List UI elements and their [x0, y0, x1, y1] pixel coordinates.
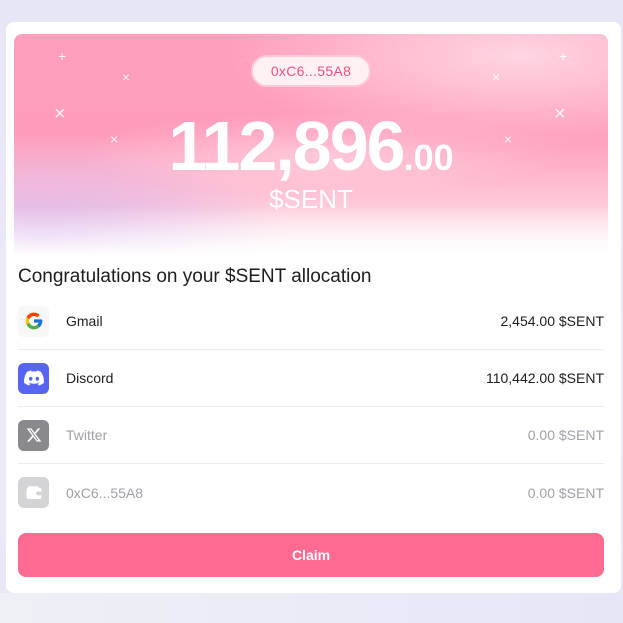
sparkle-icon: × [122, 69, 131, 85]
wallet-address-pill[interactable]: 0xC6...55A8 [251, 55, 371, 87]
source-value: 2,454.00 $SENT [500, 313, 604, 329]
amount-integer: 112,896 [168, 107, 405, 185]
source-value: 0.00 $SENT [527, 427, 604, 443]
google-icon [18, 305, 49, 337]
x-icon [18, 419, 49, 451]
allocation-amount: 112,896.00 [14, 106, 608, 186]
amount-decimal: .00 [403, 137, 454, 178]
source-label: Twitter [66, 427, 108, 443]
page-background [0, 593, 623, 623]
source-label: Discord [66, 370, 114, 386]
source-row-discord: Discord 110,442.00 $SENT [18, 350, 604, 407]
hero-banner: + × × × + × × × 0xC6...55A8 112,896.00 $… [14, 34, 608, 256]
source-row-twitter: Twitter 0.00 $SENT [18, 407, 604, 464]
sparkle-icon: + [58, 48, 67, 64]
source-value: 110,442.00 $SENT [485, 370, 604, 386]
source-value: 0.00 $SENT [527, 484, 604, 501]
wallet-icon [18, 477, 49, 508]
source-row-wallet: 0xC6...55A8 0.00 $SENT [18, 464, 604, 521]
claim-button[interactable]: Claim [18, 533, 604, 577]
source-row-gmail: Gmail 2,454.00 $SENT [18, 293, 604, 350]
allocation-heading: Congratulations on your $SENT allocation [18, 266, 372, 287]
sparkle-icon: × [492, 69, 501, 85]
hero-fade [14, 206, 608, 256]
discord-icon [18, 362, 49, 394]
allocation-card: + × × × + × × × 0xC6...55A8 112,896.00 $… [6, 22, 621, 593]
sparkle-icon: + [559, 48, 568, 64]
source-label: Gmail [66, 313, 103, 329]
source-label: 0xC6...55A8 [66, 484, 144, 501]
